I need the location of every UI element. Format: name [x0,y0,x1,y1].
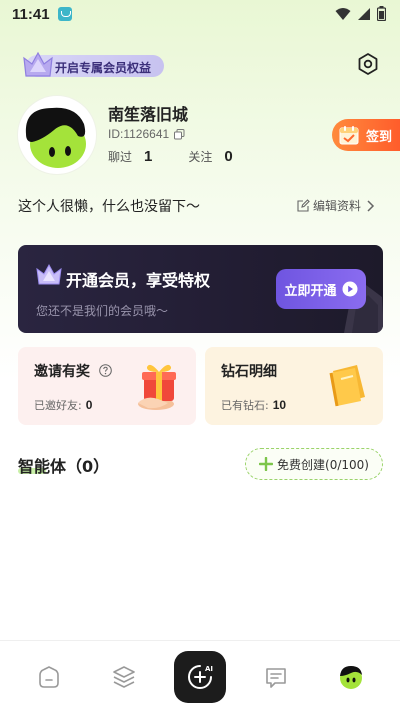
chevron-right-icon [367,199,375,212]
invite-count: 0 [85,398,93,412]
settings-button[interactable] [354,50,382,78]
diamond-details-card[interactable]: 钻石明细 已有钻石: 10 [205,347,383,425]
checkin-button[interactable]: 签到 [332,119,400,151]
user-bio: 这个人很懒，什么也没留下～ [18,199,200,215]
invite-title: 邀请有奖 [34,364,90,380]
diamond-subtitle: 已有钻石: 10 [221,397,286,413]
following-label: 关注 [188,150,213,164]
edit-icon [297,199,310,212]
avatar-image [25,107,86,168]
nav-discover[interactable] [110,663,138,691]
diamond-title: 钻石明细 [221,364,277,380]
username: 南笙落旧城 [108,105,189,124]
status-bar: 11:41 [0,0,400,28]
membership-title: 开通会员，享受特权 [66,271,211,290]
bottom-navigation: AI [0,640,400,711]
checkin-label: 签到 [366,129,393,145]
profile-icon [340,666,362,689]
open-membership-label: 立即开通 [284,283,337,299]
nav-home[interactable] [35,663,63,691]
create-agent-label: 免费创建(0/100) [277,457,369,472]
plus-icon [259,457,274,471]
help-icon[interactable] [99,364,112,377]
layers-icon [113,666,135,688]
avatar[interactable] [18,96,96,174]
notification-app-icon [57,7,72,21]
message-icon [266,668,286,688]
vip-benefits-badge[interactable]: 开启专属会员权益 [18,50,166,80]
diamond-count: 10 [272,398,287,412]
membership-subtitle: 您还不是我们的会员哦～ [36,304,169,318]
agents-section-title: 智能体（0） [18,457,110,476]
ai-create-icon: AI [188,665,213,689]
user-id-row: ID:1126641 [108,127,185,141]
chatted-count[interactable]: 1 [144,148,152,165]
diamond-sub-label: 已有钻石: [221,399,269,412]
wallet-icon [329,365,365,407]
invite-sub-label: 已邀好友: [34,399,82,412]
user-id: ID:1126641 [108,127,170,141]
home-icon [39,666,59,688]
user-stats: 聊过 1 关注 0 [108,148,233,165]
ai-badge-text: AI [205,665,213,673]
crown-icon [36,263,62,285]
chatted-label: 聊过 [108,150,133,164]
membership-card[interactable]: 开通会员，享受特权 您还不是我们的会员哦～ 立即开通 [18,245,383,333]
settings-icon [358,53,378,75]
nav-messages[interactable] [262,663,290,691]
following-count[interactable]: 0 [224,148,232,165]
create-agent-button[interactable]: 免费创建(0/100) [245,448,383,480]
edit-profile-button[interactable]: 编辑资料 [297,197,376,214]
status-time: 11:41 [12,5,50,23]
wifi-icon [335,7,351,20]
open-membership-button[interactable]: 立即开通 [276,269,366,309]
copy-icon[interactable] [174,128,185,140]
vip-badge-label: 开启专属会员权益 [55,61,152,75]
calendar-icon [339,126,359,145]
edit-profile-label: 编辑资料 [313,199,362,213]
gift-icon [138,364,176,410]
invite-subtitle: 已邀好友: 0 [34,397,92,413]
crown-icon [23,51,53,77]
invite-reward-card[interactable]: 邀请有奖 已邀好友: 0 [18,347,196,425]
nav-profile[interactable] [337,663,365,691]
battery-icon [377,6,386,21]
nav-ai-create[interactable]: AI [174,651,226,703]
play-icon [342,281,357,297]
signal-icon [358,7,370,20]
